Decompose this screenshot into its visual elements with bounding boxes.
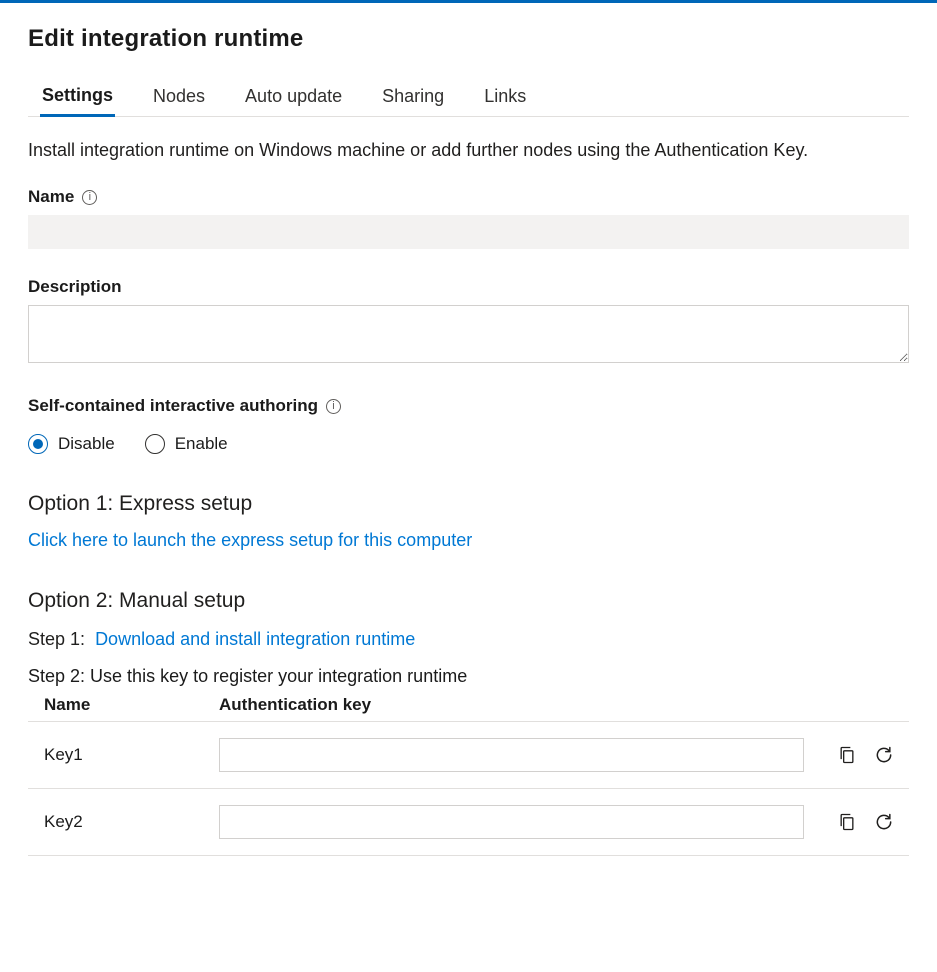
key-name: Key2 xyxy=(28,789,203,856)
tabs: Settings Nodes Auto update Sharing Links xyxy=(28,79,909,117)
radio-disable[interactable]: Disable xyxy=(28,434,115,454)
radio-enable-label: Enable xyxy=(175,434,228,454)
info-icon[interactable]: i xyxy=(82,190,97,205)
tab-auto-update[interactable]: Auto update xyxy=(243,80,344,117)
col-name: Name xyxy=(28,691,203,722)
table-row: Key2 xyxy=(28,789,909,856)
selfhosted-label: Self-contained interactive authoring xyxy=(28,396,318,416)
info-icon[interactable]: i xyxy=(326,399,341,414)
table-row: Key1 xyxy=(28,722,909,789)
refresh-icon[interactable] xyxy=(871,742,897,768)
name-label-row: Name i xyxy=(28,187,97,207)
name-input[interactable] xyxy=(28,215,909,249)
radio-disable-label: Disable xyxy=(58,434,115,454)
intro-text: Install integration runtime on Windows m… xyxy=(28,137,909,163)
option2-title: Option 2: Manual setup xyxy=(28,589,909,613)
express-setup-link[interactable]: Click here to launch the express setup f… xyxy=(28,530,472,550)
description-input[interactable] xyxy=(28,305,909,363)
copy-icon[interactable] xyxy=(834,809,860,835)
auth-key-table: Name Authentication key Key1 xyxy=(28,691,909,856)
key-name: Key1 xyxy=(28,722,203,789)
selfhosted-label-row: Self-contained interactive authoring i xyxy=(28,396,341,416)
radio-icon xyxy=(28,434,48,454)
tab-links[interactable]: Links xyxy=(482,80,528,117)
option1-title: Option 1: Express setup xyxy=(28,492,909,516)
download-runtime-link[interactable]: Download and install integration runtime xyxy=(95,629,415,649)
step2-text: Step 2: Use this key to register your in… xyxy=(28,666,909,687)
name-label: Name xyxy=(28,187,74,207)
radio-icon xyxy=(145,434,165,454)
auth-key-input[interactable] xyxy=(219,738,804,772)
radio-enable[interactable]: Enable xyxy=(145,434,228,454)
description-label: Description xyxy=(28,277,122,297)
copy-icon[interactable] xyxy=(834,742,860,768)
step1-prefix: Step 1: xyxy=(28,629,85,649)
refresh-icon[interactable] xyxy=(871,809,897,835)
tab-nodes[interactable]: Nodes xyxy=(151,80,207,117)
col-auth-key: Authentication key xyxy=(203,691,812,722)
tab-sharing[interactable]: Sharing xyxy=(380,80,446,117)
auth-key-input[interactable] xyxy=(219,805,804,839)
page-title: Edit integration runtime xyxy=(28,25,909,53)
tab-settings[interactable]: Settings xyxy=(40,79,115,117)
